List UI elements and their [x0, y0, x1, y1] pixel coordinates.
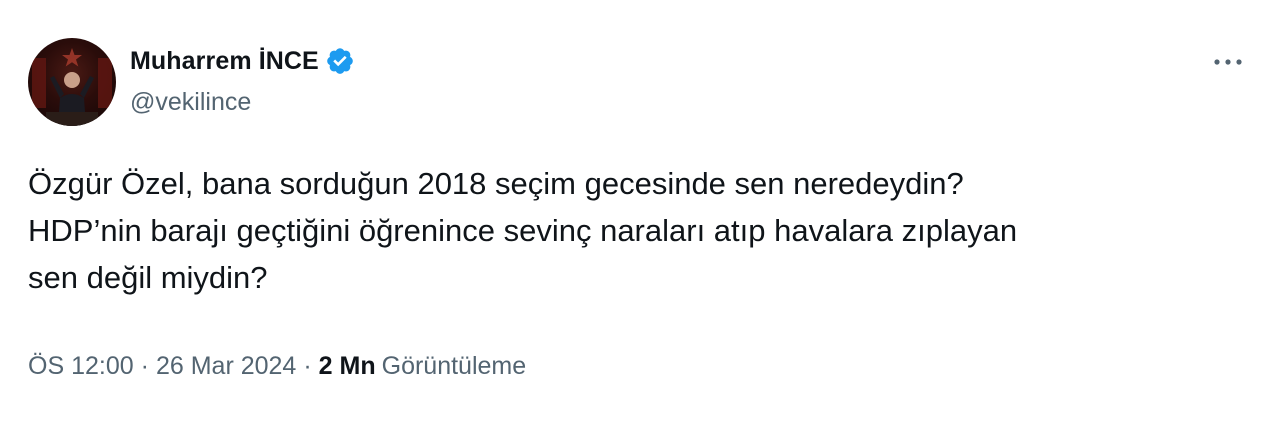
verified-badge-icon: [325, 46, 355, 76]
avatar[interactable]: [28, 38, 116, 126]
tweet-date[interactable]: 26 Mar 2024: [156, 352, 296, 381]
user-handle[interactable]: @vekilince: [130, 88, 355, 117]
avatar-image: [32, 48, 112, 126]
more-options-button[interactable]: [1210, 52, 1246, 72]
tweet-text-line: HDP’nin barajı geçtiğini öğrenince sevin…: [28, 213, 1018, 248]
tweet-header: Muharrem İNCE @vekilince: [130, 44, 355, 117]
tweet-text: Özgür Özel, bana sorduğun 2018 seçim gec…: [28, 160, 1228, 301]
meta-separator: ·: [303, 352, 312, 380]
tweet-time[interactable]: ÖS 12:00: [28, 352, 134, 381]
tweet-text-line: sen değil miydin?: [28, 260, 268, 295]
tweet-card: Muharrem İNCE @vekilince Özgür Özel, ban…: [0, 0, 1280, 430]
views-count: 2 Mn: [318, 352, 376, 380]
meta-separator: ·: [140, 352, 149, 380]
tweet-text-line: Özgür Özel, bana sorduğun 2018 seçim gec…: [28, 166, 964, 201]
tweet-meta: ÖS 12:00 · 26 Mar 2024 · 2 Mn Görüntülem…: [28, 352, 526, 381]
display-name[interactable]: Muharrem İNCE: [130, 47, 319, 76]
name-row: Muharrem İNCE: [130, 44, 355, 78]
more-horizontal-icon: [1214, 59, 1242, 65]
views-label: Görüntüleme: [381, 352, 527, 380]
